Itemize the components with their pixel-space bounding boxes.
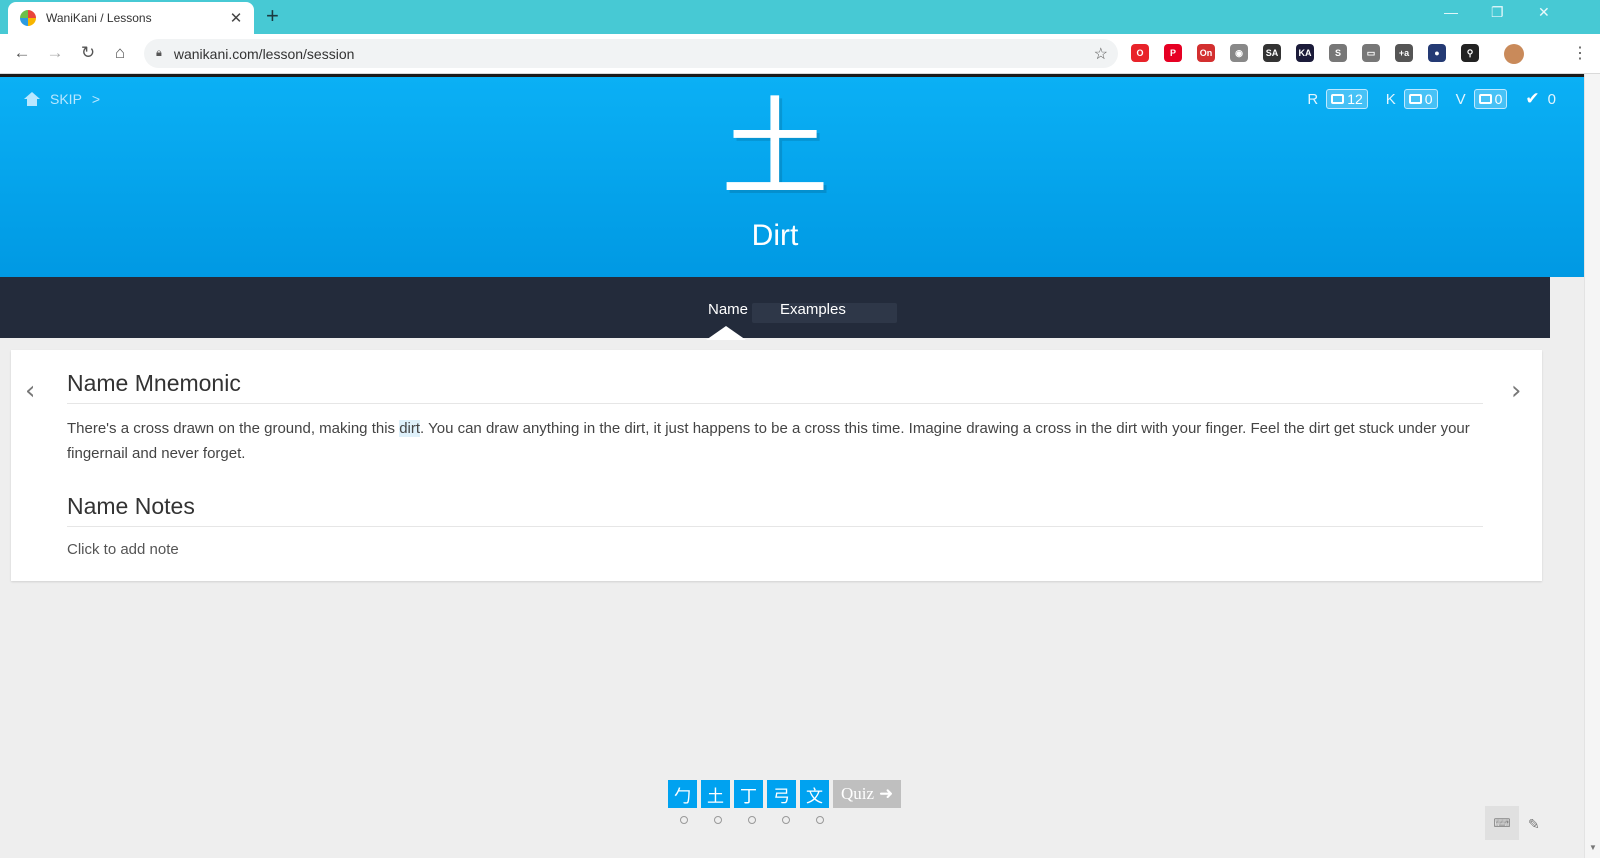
arrow-right-icon: ➜ [879,784,894,803]
progress-dot [714,816,722,824]
tab-title: WaniKani / Lessons [46,11,152,25]
window-close-icon[interactable]: ✕ [1538,4,1550,21]
browser-tab[interactable]: WaniKani / Lessons ✕ [8,2,254,34]
browser-toolbar: ← → ↻ ⌂ 🔒︎ wanikani.com/lesson/session ☆… [0,34,1600,74]
mnemonic-text: There's a cross drawn on the ground, mak… [67,420,1470,462]
active-tab-pointer [706,326,746,340]
opera-ext-icon[interactable]: O [1131,44,1149,62]
progress-dot [748,816,756,824]
back-icon[interactable]: ← [12,43,32,63]
progress-dot [782,816,790,824]
lesson-queue: 勹 土 丁 弓 文 Quiz ➜ [668,780,902,808]
queue-item[interactable]: 土 [701,780,730,808]
lesson-tab-bar: Name Examples [0,277,1550,338]
quiz-label: Quiz [841,784,875,803]
queue-progress-dots [680,816,824,824]
lock-icon: 🔒︎ [156,47,162,59]
camera-ext-icon[interactable]: ◉ [1230,44,1248,62]
wanikani-favicon-icon [20,10,36,26]
home-browser-icon[interactable]: ⌂ [110,43,130,63]
mnemonic-heading: Name Mnemonic [67,370,1483,404]
skype-ext-icon[interactable]: S [1329,44,1347,62]
rikaikun-ext-icon[interactable]: On [1197,44,1215,62]
sa-ext-icon[interactable]: SA [1263,44,1281,62]
queue-item[interactable]: 勹 [668,780,697,808]
chevron-right-nav-icon[interactable]: › [1511,376,1521,406]
ka-ext-icon[interactable]: KA [1296,44,1314,62]
pencil-icon[interactable]: ✎ [1528,816,1540,833]
highlighted-term: dirt [399,420,421,437]
reload-icon[interactable]: ↻ [78,43,98,63]
bookmark-star-icon[interactable]: ☆ [1094,44,1108,64]
scroll-down-icon[interactable]: ▼ [1589,843,1597,852]
notes-heading: Name Notes [67,493,1483,527]
ball-ext-icon[interactable]: ● [1428,44,1446,62]
chat-ext-icon[interactable]: ▭ [1362,44,1380,62]
lesson-meaning: Dirt [751,219,799,252]
keyboard-shortcuts-icon[interactable]: ⌨ [1485,806,1519,840]
tab-close-icon[interactable]: ✕ [228,9,244,27]
add-note-link[interactable]: Click to add note [67,541,1483,558]
pinterest-ext-icon[interactable]: P [1164,44,1182,62]
queue-item[interactable]: 文 [800,780,829,808]
forward-icon[interactable]: → [45,43,65,63]
translate-ext-icon[interactable]: +a [1395,44,1413,62]
page-scrollbar[interactable]: ▼ [1584,74,1600,858]
quiz-button[interactable]: Quiz ➜ [833,780,902,808]
lesson-page: SKIP > R 12 K 0 V 0 ✔ 0 土 Dirt Name Exam… [0,74,1584,858]
name-mnemonic-section: Name Mnemonic There's a cross drawn on t… [67,370,1483,466]
minimize-icon[interactable]: — [1444,4,1458,20]
url-text: wanikani.com/lesson/session [173,45,355,62]
browser-menu-icon[interactable]: ⋮ [1572,43,1588,63]
browser-tab-bar: WaniKani / Lessons ✕ + — ❐ ✕ [0,0,1600,34]
search-ext-icon[interactable]: ⚲ [1461,44,1479,62]
new-tab-button[interactable]: + [266,5,279,27]
tab-examples[interactable]: Examples [780,301,846,318]
progress-dot [680,816,688,824]
restore-icon[interactable]: ❐ [1491,4,1504,21]
queue-item[interactable]: 丁 [734,780,763,808]
lesson-content-card: ‹ › Name Mnemonic There's a cross drawn … [11,350,1542,581]
tab-name[interactable]: Name [708,301,748,318]
lesson-header: SKIP > R 12 K 0 V 0 ✔ 0 土 Dirt [0,74,1584,277]
address-bar[interactable]: 🔒︎ wanikani.com/lesson/session ☆ [144,39,1118,68]
profile-avatar[interactable] [1504,44,1524,64]
lesson-character: 土 [720,87,829,212]
queue-item[interactable]: 弓 [767,780,796,808]
chevron-left-icon[interactable]: ‹ [25,376,35,406]
progress-dot [816,816,824,824]
name-notes-section: Name Notes Click to add note [67,493,1483,558]
